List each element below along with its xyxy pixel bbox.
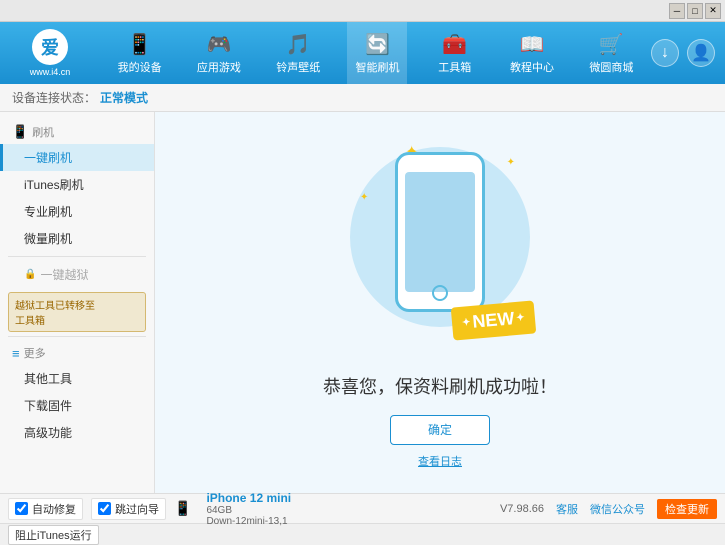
new-badge-text: NEW bbox=[472, 308, 516, 333]
nav-ringtone[interactable]: 🎵 铃声壁纸 bbox=[268, 22, 328, 84]
nav-apps-label: 应用游戏 bbox=[197, 59, 241, 75]
phone-illustration: ✦ ✦ ✦ NEW bbox=[340, 137, 540, 357]
flash-section-label: 刷机 bbox=[32, 124, 54, 140]
other-tools-label: 其他工具 bbox=[24, 372, 72, 386]
nav-my-device[interactable]: 📱 我的设备 bbox=[110, 22, 170, 84]
title-bar: ─ □ ✕ bbox=[0, 0, 725, 22]
nav-toolbox[interactable]: 🧰 工具箱 bbox=[427, 22, 483, 84]
pro-flash-label: 专业刷机 bbox=[24, 205, 72, 219]
logo-icon: 爱 bbox=[32, 29, 68, 65]
smart-flash-icon: 🔄 bbox=[365, 32, 390, 57]
auto-repair-checkbox[interactable] bbox=[15, 502, 28, 515]
success-text: 恭喜您，保资料刷机成功啦！ bbox=[323, 373, 557, 399]
apps-icon: 🎮 bbox=[206, 32, 231, 57]
customer-service-link[interactable]: 客服 bbox=[556, 501, 578, 517]
jailbreak-notice: 越狱工具已转移至工具箱 bbox=[8, 292, 146, 332]
advanced-label: 高级功能 bbox=[24, 426, 72, 440]
device-storage: 64GB bbox=[206, 505, 291, 516]
status-label: 设备连接状态： bbox=[12, 89, 96, 106]
device-info: iPhone 12 mini 64GB Down-12mini-13,1 bbox=[206, 491, 291, 527]
main-area: 📱 刷机 一键刷机 iTunes刷机 专业刷机 微量刷机 🔒 一键越狱 越狱工具… bbox=[0, 112, 725, 493]
toolbox-icon: 🧰 bbox=[442, 32, 467, 57]
sidebar-item-pro-flash[interactable]: 专业刷机 bbox=[0, 198, 154, 225]
stop-itunes-button[interactable]: 阻止iTunes运行 bbox=[8, 525, 99, 545]
nav-smart-flash-label: 智能刷机 bbox=[355, 59, 399, 75]
minimize-button[interactable]: ─ bbox=[669, 3, 685, 19]
logo[interactable]: 爱 www.i4.cn bbox=[0, 25, 100, 81]
header-right: ↓ 👤 bbox=[651, 39, 725, 67]
sidebar-item-itunes-flash[interactable]: iTunes刷机 bbox=[0, 171, 154, 198]
nav-mall-label: 微圆商城 bbox=[589, 59, 633, 75]
device-model: Down-12mini-13,1 bbox=[206, 516, 291, 527]
itunes-bar: 阻止iTunes运行 bbox=[0, 523, 725, 545]
sidebar: 📱 刷机 一键刷机 iTunes刷机 专业刷机 微量刷机 🔒 一键越狱 越狱工具… bbox=[0, 112, 155, 493]
sidebar-section-flash[interactable]: 📱 刷机 bbox=[0, 120, 154, 144]
status-value: 正常模式 bbox=[100, 89, 148, 106]
download-button[interactable]: ↓ bbox=[651, 39, 679, 67]
sidebar-item-one-key-flash[interactable]: 一键刷机 bbox=[0, 144, 154, 171]
sidebar-section-jailbreak: 🔒 一键越狱 bbox=[0, 261, 154, 288]
nav-ringtone-label: 铃声壁纸 bbox=[276, 59, 320, 75]
download-firmware-label: 下载固件 bbox=[24, 399, 72, 413]
bottom-right: V7.98.66 客服 微信公众号 检查更新 bbox=[500, 499, 717, 519]
auto-repair-label: 自动修复 bbox=[32, 501, 76, 517]
sidebar-item-other-tools[interactable]: 其他工具 bbox=[0, 365, 154, 392]
new-badge: NEW bbox=[451, 300, 536, 340]
nav-smart-flash[interactable]: 🔄 智能刷机 bbox=[347, 22, 407, 84]
phone-home-button bbox=[432, 285, 448, 301]
sparkle-2: ✦ bbox=[507, 157, 515, 168]
version-info: V7.98.66 bbox=[500, 503, 544, 515]
bottom-bar: 自动修复 跳过向导 📱 iPhone 12 mini 64GB Down-12m… bbox=[0, 493, 725, 523]
guided-label: 跳过向导 bbox=[115, 501, 159, 517]
nav-toolbox-label: 工具箱 bbox=[438, 59, 471, 75]
confirm-button[interactable]: 确定 bbox=[390, 415, 490, 445]
nav-my-device-label: 我的设备 bbox=[118, 59, 162, 75]
check-update-button[interactable]: 检查更新 bbox=[657, 499, 717, 519]
confirm-button-label: 确定 bbox=[428, 421, 452, 438]
maximize-button[interactable]: □ bbox=[687, 3, 703, 19]
flash-section-icon: 📱 bbox=[12, 124, 28, 140]
my-device-icon: 📱 bbox=[127, 32, 152, 57]
status-bar: 设备连接状态： 正常模式 bbox=[0, 84, 725, 112]
separator-1 bbox=[8, 256, 146, 257]
nav-bar: 📱 我的设备 🎮 应用游戏 🎵 铃声壁纸 🔄 智能刷机 🧰 工具箱 📖 教程中心… bbox=[100, 22, 651, 84]
phone-body bbox=[395, 152, 485, 312]
user-button[interactable]: 👤 bbox=[687, 39, 715, 67]
nav-mall[interactable]: 🛒 微圆商城 bbox=[581, 22, 641, 84]
nav-tutorial[interactable]: 📖 教程中心 bbox=[502, 22, 562, 84]
device-phone-icon: 📱 bbox=[174, 500, 191, 517]
guided-area: 跳过向导 bbox=[91, 498, 166, 520]
tutorial-icon: 📖 bbox=[520, 32, 545, 57]
more-section-icon: ≡ bbox=[12, 346, 20, 361]
separator-2 bbox=[8, 336, 146, 337]
sidebar-item-backup-flash[interactable]: 微量刷机 bbox=[0, 225, 154, 252]
sparkle-3: ✦ bbox=[360, 192, 368, 203]
header: 爱 www.i4.cn 📱 我的设备 🎮 应用游戏 🎵 铃声壁纸 🔄 智能刷机 … bbox=[0, 22, 725, 84]
backup-flash-label: 微量刷机 bbox=[24, 232, 72, 246]
mall-icon: 🛒 bbox=[599, 32, 624, 57]
nav-apps[interactable]: 🎮 应用游戏 bbox=[189, 22, 249, 84]
itunes-flash-label: iTunes刷机 bbox=[24, 178, 84, 192]
stop-itunes-label: 阻止iTunes运行 bbox=[15, 530, 92, 542]
sidebar-item-advanced[interactable]: 高级功能 bbox=[0, 419, 154, 446]
one-key-flash-label: 一键刷机 bbox=[24, 151, 72, 165]
sidebar-section-more[interactable]: ≡ 更多 bbox=[0, 341, 154, 365]
guided-checkbox[interactable] bbox=[98, 502, 111, 515]
logo-subtitle: www.i4.cn bbox=[30, 67, 71, 77]
phone-screen bbox=[405, 172, 475, 292]
close-button[interactable]: ✕ bbox=[705, 3, 721, 19]
lock-icon: 🔒 bbox=[24, 269, 36, 280]
auto-repair-area: 自动修复 bbox=[8, 498, 83, 520]
ringtone-icon: 🎵 bbox=[286, 32, 311, 57]
content-area: ✦ ✦ ✦ NEW 恭喜您，保资料刷机成功啦！ 确定 查看日志 bbox=[155, 112, 725, 493]
wechat-link[interactable]: 微信公众号 bbox=[590, 501, 645, 517]
nav-tutorial-label: 教程中心 bbox=[510, 59, 554, 75]
sidebar-item-download-firmware[interactable]: 下载固件 bbox=[0, 392, 154, 419]
retry-link[interactable]: 查看日志 bbox=[418, 453, 462, 469]
jailbreak-label: 一键越狱 bbox=[40, 266, 88, 283]
more-section-label: 更多 bbox=[24, 345, 46, 361]
